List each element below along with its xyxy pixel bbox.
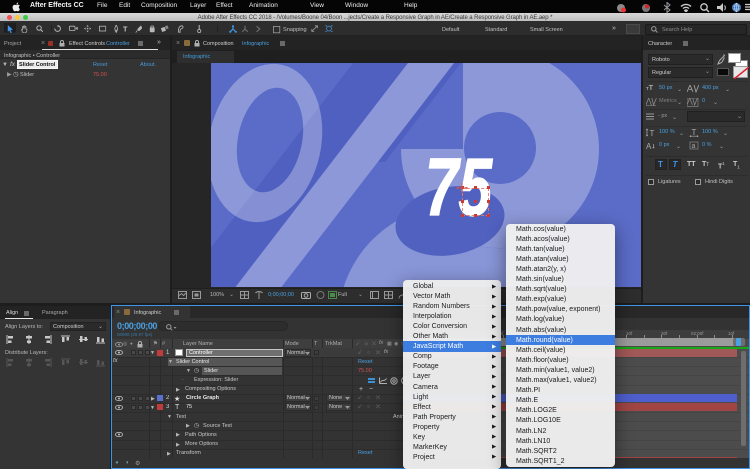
svg-text:T: T <box>692 128 697 137</box>
svg-text:a: a <box>692 143 696 150</box>
svg-text:T: T <box>650 129 655 137</box>
svg-text:A: A <box>646 142 652 150</box>
